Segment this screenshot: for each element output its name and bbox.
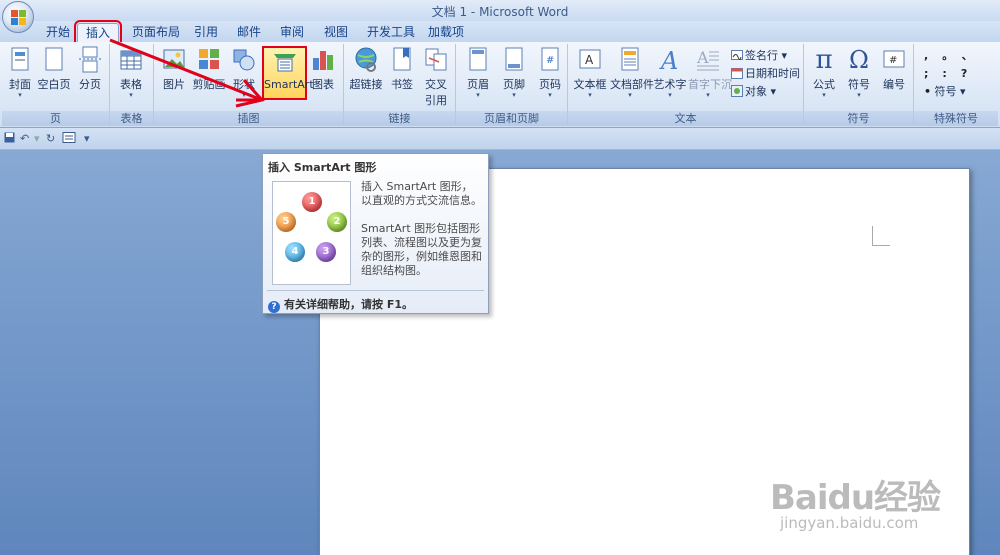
cycle-ball-5: 5 xyxy=(276,212,296,232)
tooltip-description: 插入 SmartArt 图形，以直观的方式交流信息。 xyxy=(361,180,482,207)
cycle-ball-1: 1 xyxy=(302,192,322,212)
annotation-arrow xyxy=(109,38,265,108)
cycle-ball-4: 4 xyxy=(285,242,305,262)
tooltip-divider xyxy=(267,290,484,291)
cycle-ball-2: 2 xyxy=(327,212,347,232)
smartart-tooltip: 插入 SmartArt 图形 1 2 3 4 5 插入 SmartArt 图形，… xyxy=(262,153,489,314)
tooltip-details: SmartArt 图形包括图形列表、流程图以及更为复杂的图形，例如维恩图和组织结… xyxy=(361,222,482,277)
tooltip-title: 插入 SmartArt 图形 xyxy=(268,161,377,174)
smartart-cycle-illustration: 1 2 3 4 5 xyxy=(272,181,351,285)
tooltip-help: ? 有关详细帮助，请按 F1。 xyxy=(268,296,413,313)
cycle-ball-3: 3 xyxy=(316,242,336,262)
help-icon: ? xyxy=(268,301,280,313)
